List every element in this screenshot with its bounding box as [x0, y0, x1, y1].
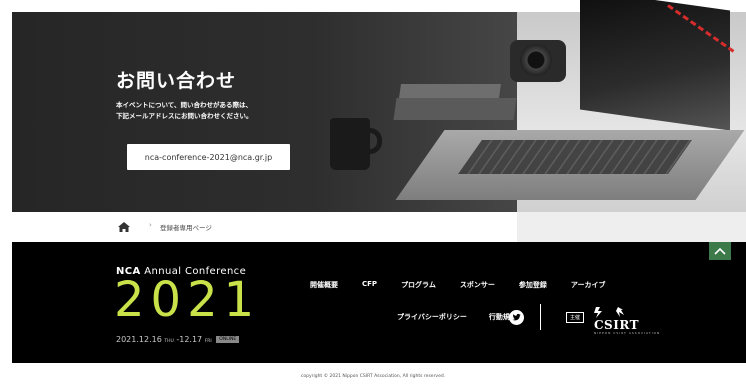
- scroll-to-top-button[interactable]: [709, 242, 731, 260]
- breadcrumb-separator: ›: [149, 221, 152, 229]
- photo-books-stack: [393, 98, 517, 120]
- online-badge: ONLINE: [216, 336, 240, 343]
- hero-description-line-2: 下記メールアドレスにお問い合わせください。: [116, 112, 253, 120]
- footer-nav-archive[interactable]: アーカイブ: [571, 280, 606, 290]
- date-end-day: FRI: [204, 339, 212, 344]
- page-title: お問い合わせ: [116, 70, 237, 92]
- photo-mug: [330, 118, 370, 170]
- contact-email-box[interactable]: nca-conference-2021@nca.gr.jp: [127, 144, 290, 170]
- organizer-label: 主催: [566, 312, 585, 323]
- footer-nav-overview[interactable]: 開催概要: [310, 280, 338, 290]
- brand-year: 2021: [114, 272, 261, 328]
- csirt-logo-subtext: NIPPON CSIRT ASSOCIATION: [594, 331, 661, 335]
- date-end: -12.17: [176, 335, 203, 344]
- footer-nav-registration[interactable]: 参加登録: [519, 280, 547, 290]
- photo-laptop-keyboard: [458, 140, 692, 174]
- twitter-icon[interactable]: [509, 310, 524, 325]
- hero-description-line-1: 本イベントについて、問い合わせがある際は、: [116, 101, 252, 109]
- date-start-day: THU: [164, 339, 174, 344]
- footer-nav-secondary: プライバシーポリシー 行動規範: [397, 312, 517, 322]
- home-icon[interactable]: [118, 222, 130, 232]
- breadcrumb-current: 登録者専用ページ: [160, 224, 212, 232]
- footer-nav-primary: 開催概要 CFP プログラム スポンサー 参加登録 アーカイブ: [310, 280, 605, 290]
- photo-books: [399, 84, 501, 98]
- footer-nav-cfp[interactable]: CFP: [362, 280, 377, 290]
- hero-description: 本イベントについて、問い合わせがある際は、 下記メールアドレスにお問い合わせくだ…: [116, 100, 336, 122]
- copyright-text: copyright © 2021 Nippon CSIRT Associatio…: [300, 374, 446, 379]
- date-start: 2021.12.16: [116, 335, 162, 344]
- photo-laptop-screen: [580, 0, 730, 131]
- event-dates: 2021.12.16 THU -12.17 FRI ONLINE: [116, 335, 240, 344]
- footer-nav-privacy[interactable]: プライバシーポリシー: [397, 312, 467, 322]
- footer-divider: [540, 304, 541, 330]
- twitter-bird-icon: [512, 313, 521, 321]
- breadcrumb-band-right: [517, 212, 746, 242]
- footer-nav-sponsor[interactable]: スポンサー: [460, 280, 495, 290]
- footer-nav-program[interactable]: プログラム: [401, 280, 436, 290]
- photo-camera-lens: [520, 44, 552, 76]
- chevron-up-icon: [714, 247, 726, 255]
- csirt-logo-text: CSIRT: [594, 318, 640, 332]
